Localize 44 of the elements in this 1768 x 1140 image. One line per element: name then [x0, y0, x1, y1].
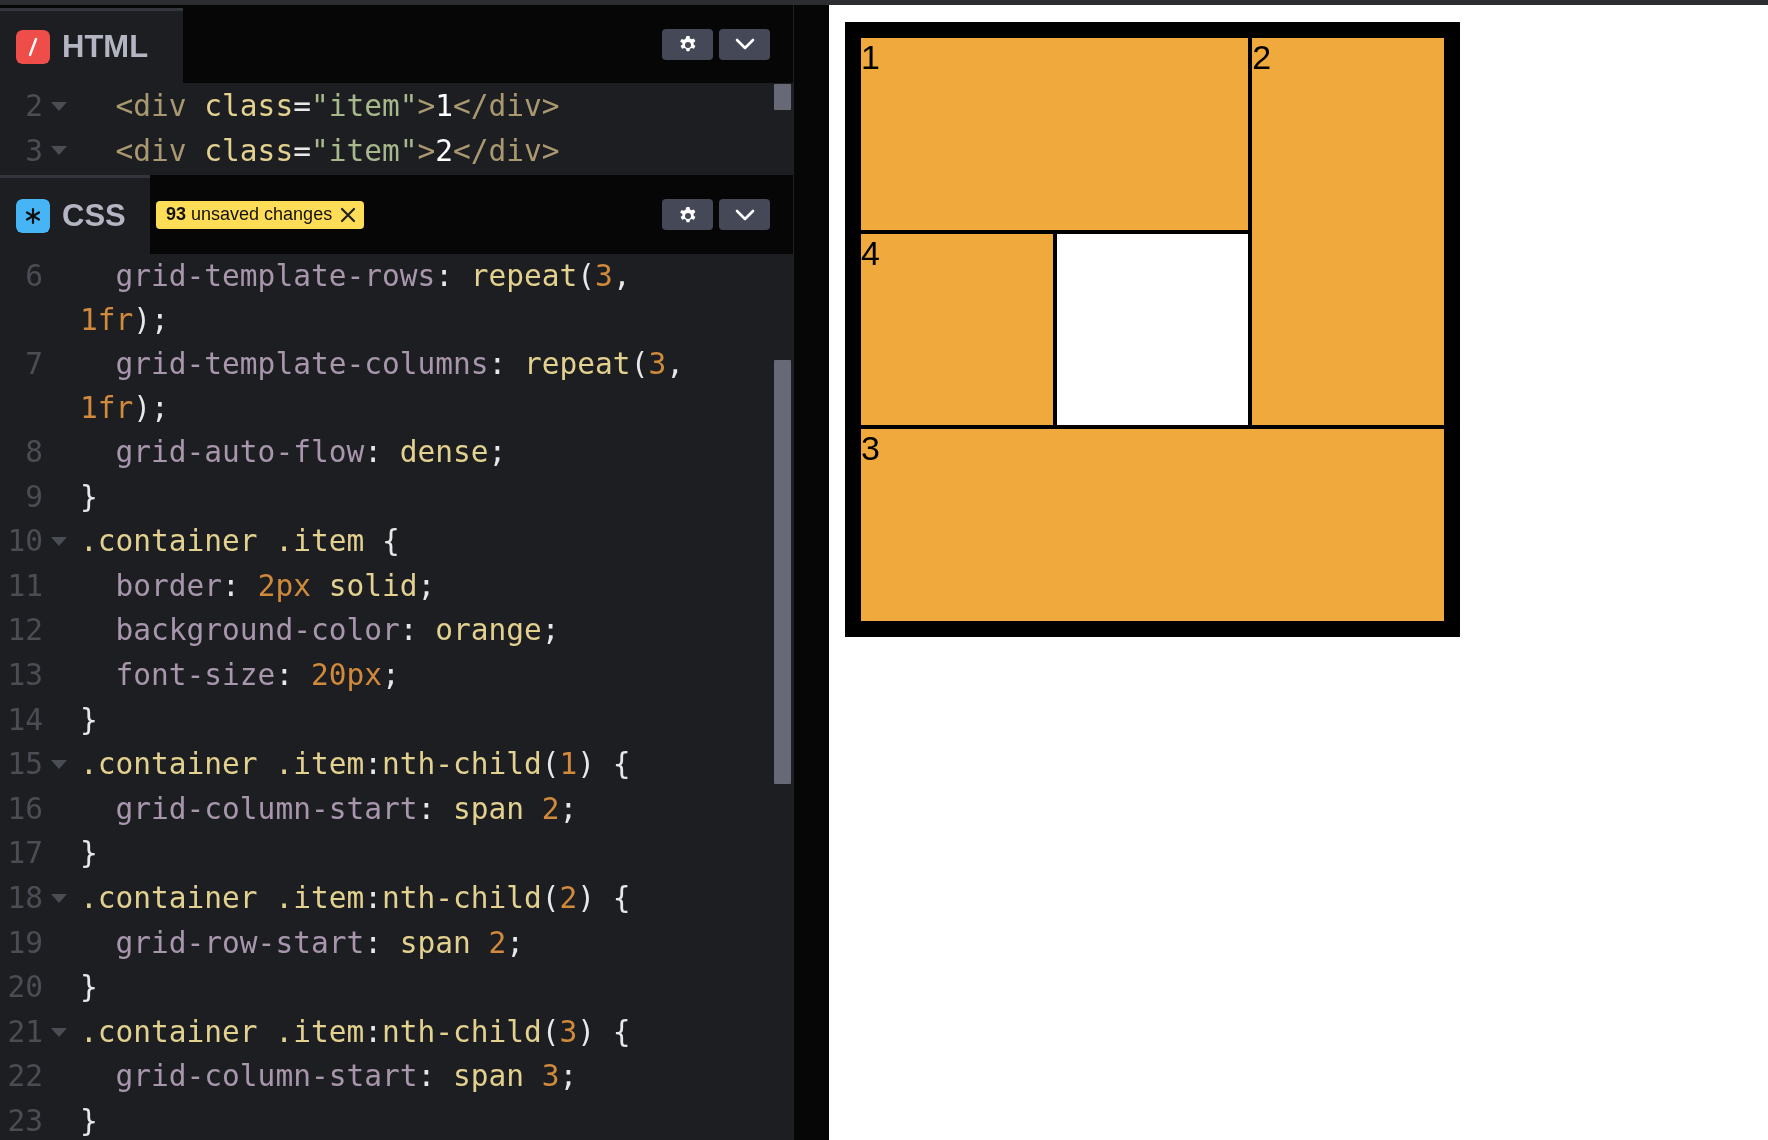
code-line: } [80, 701, 99, 739]
code-line: grid-column-start: span 2; [114, 790, 579, 828]
code-line: font-size: 20px; [114, 656, 401, 694]
editor-tab[interactable]: HTML [0, 8, 183, 83]
editor-tab[interactable]: CSS [0, 175, 150, 254]
chevron-down-icon [734, 208, 755, 221]
asterisk-logo-icon [16, 199, 50, 233]
scrollbar-thumb[interactable] [774, 84, 791, 110]
code-line: grid-auto-flow: dense; [114, 434, 508, 471]
close-icon [340, 206, 357, 223]
code-line: <div class="item">2</div> [114, 132, 561, 170]
code-line: } [80, 1102, 99, 1140]
fold-arrow-icon[interactable] [50, 537, 67, 546]
code-line: .container .item:nth-child(2) { [80, 879, 632, 917]
fold-arrow-icon[interactable] [50, 101, 67, 111]
scrollbar-thumb[interactable] [774, 360, 791, 784]
fold-arrow-icon[interactable] [50, 1027, 67, 1037]
fold-arrow-icon[interactable] [50, 146, 67, 156]
code-line: background-color: orange; [114, 612, 561, 650]
code-line: } [80, 478, 99, 516]
chevron-down-icon [734, 38, 755, 50]
code-line: .container .item { [80, 523, 401, 561]
code-line: grid-template-rows: repeat(3, 1fr); [80, 258, 632, 339]
collapse-button[interactable] [719, 199, 770, 230]
code-line: border: 2px solid; [114, 567, 437, 605]
collapse-button[interactable] [719, 28, 770, 60]
code-line: .container .item:nth-child(1) { [80, 746, 632, 784]
settings-button[interactable] [662, 28, 713, 60]
close-button[interactable] [340, 206, 357, 223]
code-line: grid-template-columns: repeat(3, 1fr); [80, 346, 685, 427]
code-line: <div class="item">1</div> [114, 88, 561, 125]
grid-item: 3 [857, 425, 1448, 625]
code-line: } [80, 835, 99, 873]
fold-arrow-icon[interactable] [50, 893, 67, 903]
settings-icon [677, 34, 698, 54]
badge-text: 93 unsaved changes [166, 204, 333, 225]
settings-icon [677, 204, 698, 225]
code-line: grid-column-start: span 3; [114, 1058, 579, 1096]
slash-logo-icon [16, 30, 50, 64]
code-line: .container .item:nth-child(3) { [80, 1013, 632, 1051]
code-line: grid-row-start: span 2; [114, 924, 526, 962]
fold-arrow-icon[interactable] [50, 759, 67, 769]
settings-button[interactable] [662, 199, 713, 230]
code-line: } [80, 969, 99, 1007]
